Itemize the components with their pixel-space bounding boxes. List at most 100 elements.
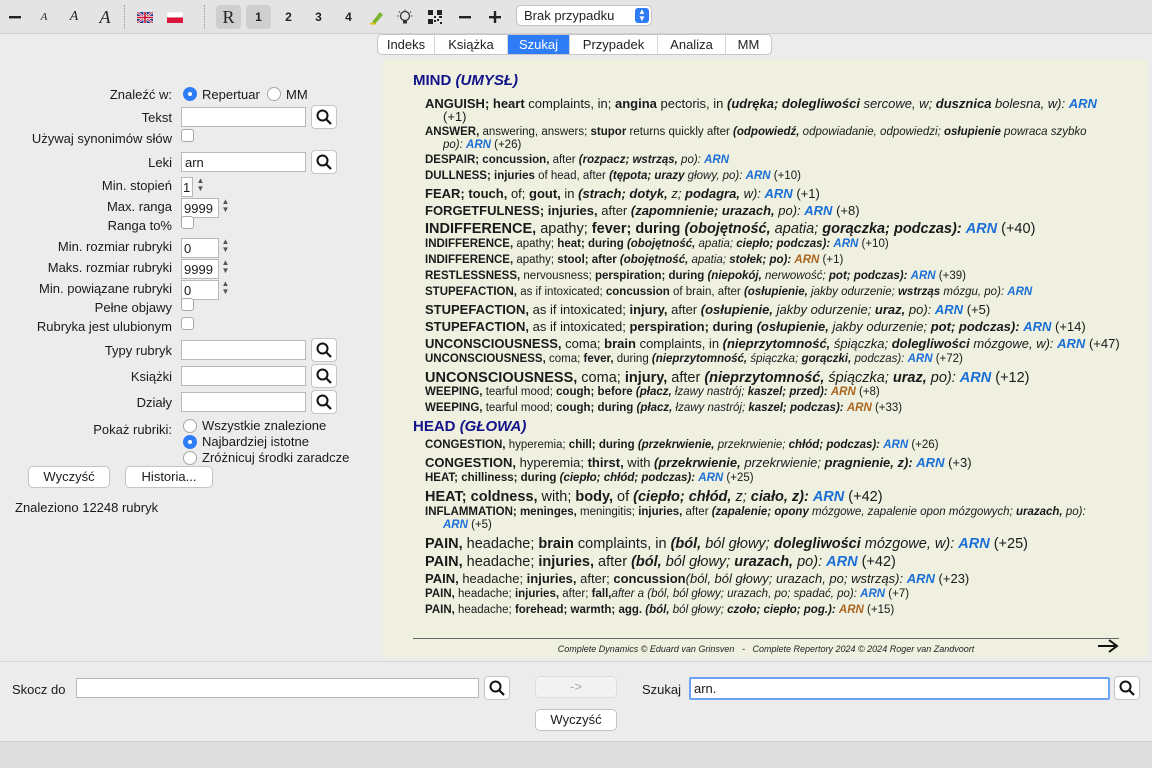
rubric-line[interactable]: STUPEFACTION, as if intoxicated; perspir… [425,319,1125,334]
go-button[interactable]: -> [535,676,617,698]
rubric-line[interactable]: CONGESTION, hyperemia; chill; during (pr… [425,439,1125,451]
rubric-line[interactable]: HEAT; coldness, with; body, of (ciepło; … [425,489,1125,505]
font-medium-icon[interactable]: A [64,5,84,29]
radio-show-all[interactable] [183,419,197,433]
text-input[interactable] [181,107,306,127]
clear-button[interactable]: Wyczyść [28,466,110,488]
remedy-arn[interactable]: ARN [935,302,963,317]
remedy-arn[interactable]: ARN [1057,336,1085,351]
remedy-arn[interactable]: ARN [704,154,729,166]
rubric-line[interactable]: UNCONSCIOUSNESS, coma; fever, during (ni… [425,353,1125,365]
rubric-line[interactable]: INDIFFERENCE, apathy; fever; during (obo… [425,221,1125,237]
lightbulb-icon[interactable] [394,5,416,29]
level-2-button[interactable]: 2 [276,5,301,29]
books-input[interactable] [181,366,306,386]
rubric-line[interactable]: FEAR; touch, of; gout, in (strach; dotyk… [425,186,1125,201]
font-small-icon[interactable]: A [34,5,54,29]
min-degree-stepper[interactable]: ▲ ▼ [195,177,206,196]
history-button[interactable]: Historia... [125,466,213,488]
radio-mm[interactable] [267,87,281,101]
repertory-r-button[interactable]: R [216,5,241,29]
remedy-arn[interactable]: ARN [958,536,989,552]
tab-przypadek[interactable]: Przypadek [570,35,658,54]
flag-pl-icon[interactable] [164,5,186,29]
min-rubric-size-input[interactable]: 0 [181,238,219,258]
remedies-input[interactable]: arn [181,152,306,172]
level-4-button[interactable]: 4 [336,5,361,29]
rubric-line[interactable]: WEEPING, tearful mood; cough; before (pł… [425,386,1125,398]
sections-input[interactable] [181,392,306,412]
synonyms-checkbox[interactable] [181,129,194,142]
remedy-arn[interactable]: ARN [860,588,885,600]
rubric-line[interactable]: DULLNESS; injuries of head, after (tępot… [425,170,1125,182]
radio-show-diff[interactable] [183,451,197,465]
remedy-arn[interactable]: ARN [847,402,872,414]
search-input[interactable]: arn. [689,677,1110,700]
bottom-clear-button[interactable]: Wyczyść [535,709,617,731]
remedy-arn[interactable]: ARN [966,221,997,237]
tab-szukaj[interactable]: Szukaj [508,35,570,54]
remedy-arn[interactable]: ARN [1023,319,1051,334]
rubric-line[interactable]: ANSWER, answering, answers; stupor retur… [425,126,1125,138]
tab-mm[interactable]: MM [726,35,771,54]
rubric-line[interactable]: UNCONSCIOUSNESS, coma; injury, after (ni… [425,370,1125,386]
rank-pct-checkbox[interactable] [181,216,194,229]
tab-ksiazka[interactable]: Książka [435,35,508,54]
next-page-arrow-icon[interactable] [1097,639,1119,656]
rubric-types-search-button[interactable] [311,338,337,362]
remedy-arn[interactable]: ARN [883,439,908,451]
flag-en-icon[interactable] [134,5,156,29]
remedy-arn[interactable]: ARN [831,386,856,398]
remedy-arn[interactable]: ARN [1007,286,1032,298]
font-large-icon[interactable]: A [94,5,116,29]
zoom-out-icon[interactable] [4,5,26,29]
remedies-search-button[interactable] [311,150,337,174]
rubric-line[interactable]: PAIN, headache; injuries, after (ból, bó… [425,554,1125,570]
max-rank-stepper[interactable]: ▲ ▼ [220,198,231,217]
radio-show-relevant[interactable] [183,435,197,449]
remedy-arn[interactable]: ARN [804,203,832,218]
search-button[interactable] [1114,676,1140,700]
jump-input[interactable] [76,678,479,698]
remedy-arn[interactable]: ARN [826,554,857,570]
remedy-arn[interactable]: ARN [443,519,468,531]
full-symptoms-checkbox[interactable] [181,298,194,311]
rubric-line[interactable]: STUPEFACTION, as if intoxicated; concuss… [425,286,1125,298]
highlighter-icon[interactable] [366,5,388,29]
rubric-line[interactable]: CONGESTION, hyperemia; thirst, with (prz… [425,455,1125,470]
level-1-button[interactable]: 1 [246,5,271,29]
remedy-arn[interactable]: ARN [839,604,864,616]
remedy-arn[interactable]: ARN [466,139,491,151]
rubric-line[interactable]: INDIFFERENCE, apathy; heat; during (oboj… [425,238,1125,250]
remedy-arn[interactable]: ARN [813,489,844,505]
rubric-line[interactable]: WEEPING, tearful mood; cough; during (pł… [425,402,1125,414]
min-rubric-size-stepper[interactable]: ▲ ▼ [220,238,231,257]
minus-icon[interactable] [454,5,476,29]
rubric-line[interactable]: RESTLESSNESS, nervousness; perspiration;… [425,270,1125,282]
rubric-line[interactable]: FORGETFULNESS; injuries, after (zapomnie… [425,203,1125,218]
remedy-arn[interactable]: ARN [911,270,936,282]
tab-analiza[interactable]: Analiza [658,35,726,54]
favourite-checkbox[interactable] [181,317,194,330]
jump-search-button[interactable] [484,676,510,700]
rubric-line[interactable]: UNCONSCIOUSNESS, coma; brain complaints,… [425,336,1125,351]
max-rank-input[interactable]: 9999 [181,198,219,218]
min-related-stepper[interactable]: ▲ ▼ [220,280,231,299]
rubric-line[interactable]: INFLAMMATION; meninges, meningitis; inju… [425,506,1125,518]
remedy-arn[interactable]: ARN [794,254,819,266]
rubric-line[interactable]: PAIN, headache; forehead; warmth; agg. (… [425,604,1125,616]
remedy-arn[interactable]: ARN [907,571,935,586]
radio-repertory[interactable] [183,87,197,101]
min-related-input[interactable]: 0 [181,280,219,300]
level-3-button[interactable]: 3 [306,5,331,29]
remedy-arn[interactable]: ARN [908,353,933,365]
min-degree-input[interactable]: 1 [181,177,193,197]
sections-search-button[interactable] [311,390,337,414]
rubric-line[interactable]: STUPEFACTION, as if intoxicated; injury,… [425,302,1125,317]
tab-indeks[interactable]: Indeks [378,35,435,54]
books-search-button[interactable] [311,364,337,388]
rubric-line[interactable]: DESPAIR; concussion, after (rozpacz; wst… [425,154,1125,166]
rubric-types-input[interactable] [181,340,306,360]
remedy-arn[interactable]: ARN [698,472,723,484]
remedy-arn[interactable]: ARN [960,370,991,386]
